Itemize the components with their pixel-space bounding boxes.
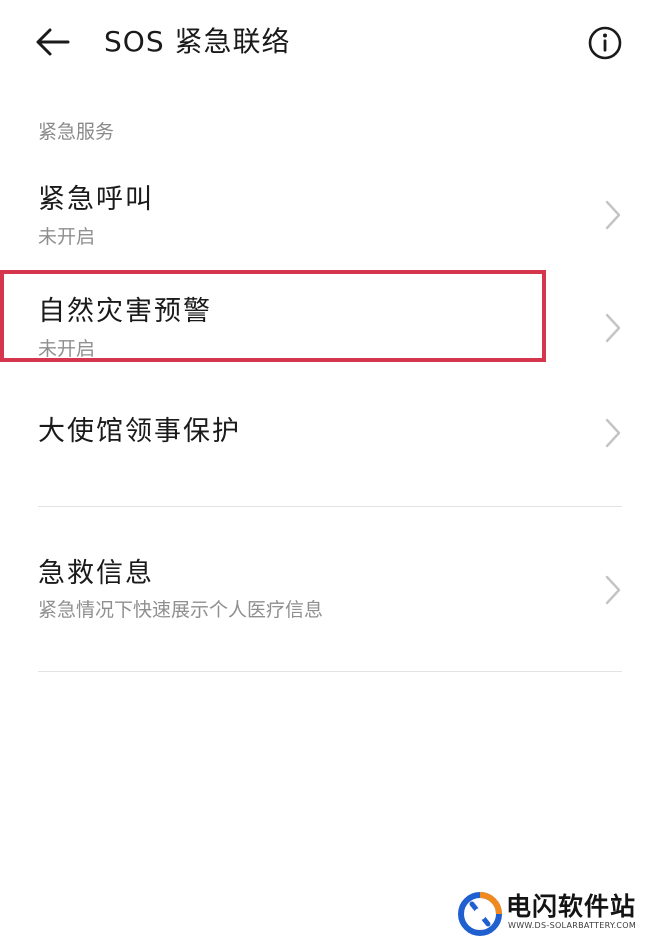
info-button[interactable]	[586, 24, 624, 62]
chevron-right-icon	[605, 313, 621, 343]
list-item-disaster-alert[interactable]: 自然灾害预警 未开启	[0, 280, 646, 372]
list-item-title: 急救信息	[38, 558, 154, 589]
list-item-first-aid-info[interactable]: 急救信息 紧急情况下快速展示个人医疗信息	[0, 540, 646, 640]
chevron-right-icon	[605, 418, 621, 448]
watermark: 电闪软件站 WWW.DS-SOLARBATTERY.COM	[458, 890, 638, 936]
sos-emergency-screen: SOS 紧急联络 紧急服务 紧急呼叫 未开启 自然灾害预警 未开启 大使馆领事保…	[0, 0, 646, 941]
list-item-title: 大使馆领事保护	[38, 416, 241, 447]
watermark-logo-icon	[458, 892, 502, 936]
list-item-title: 紧急呼叫	[38, 184, 154, 215]
arrow-left-icon	[36, 28, 70, 56]
list-item-description: 紧急情况下快速展示个人医疗信息	[38, 599, 324, 621]
list-item-title: 自然灾害预警	[38, 296, 212, 327]
list-item-consular-protection[interactable]: 大使馆领事保护	[0, 394, 646, 474]
info-circle-icon	[588, 26, 622, 60]
page-title: SOS 紧急联络	[104, 25, 291, 58]
back-button[interactable]	[30, 22, 76, 62]
divider	[38, 671, 622, 672]
divider	[38, 506, 622, 507]
section-header-emergency-services: 紧急服务	[38, 121, 115, 143]
list-item-status: 未开启	[38, 226, 96, 248]
watermark-url: WWW.DS-SOLARBATTERY.COM	[508, 921, 637, 930]
watermark-brand: 电闪软件站	[506, 892, 637, 921]
list-item-status: 未开启	[38, 338, 96, 360]
chevron-right-icon	[605, 575, 621, 605]
list-item-emergency-call[interactable]: 紧急呼叫 未开启	[0, 168, 646, 260]
chevron-right-icon	[605, 200, 621, 230]
